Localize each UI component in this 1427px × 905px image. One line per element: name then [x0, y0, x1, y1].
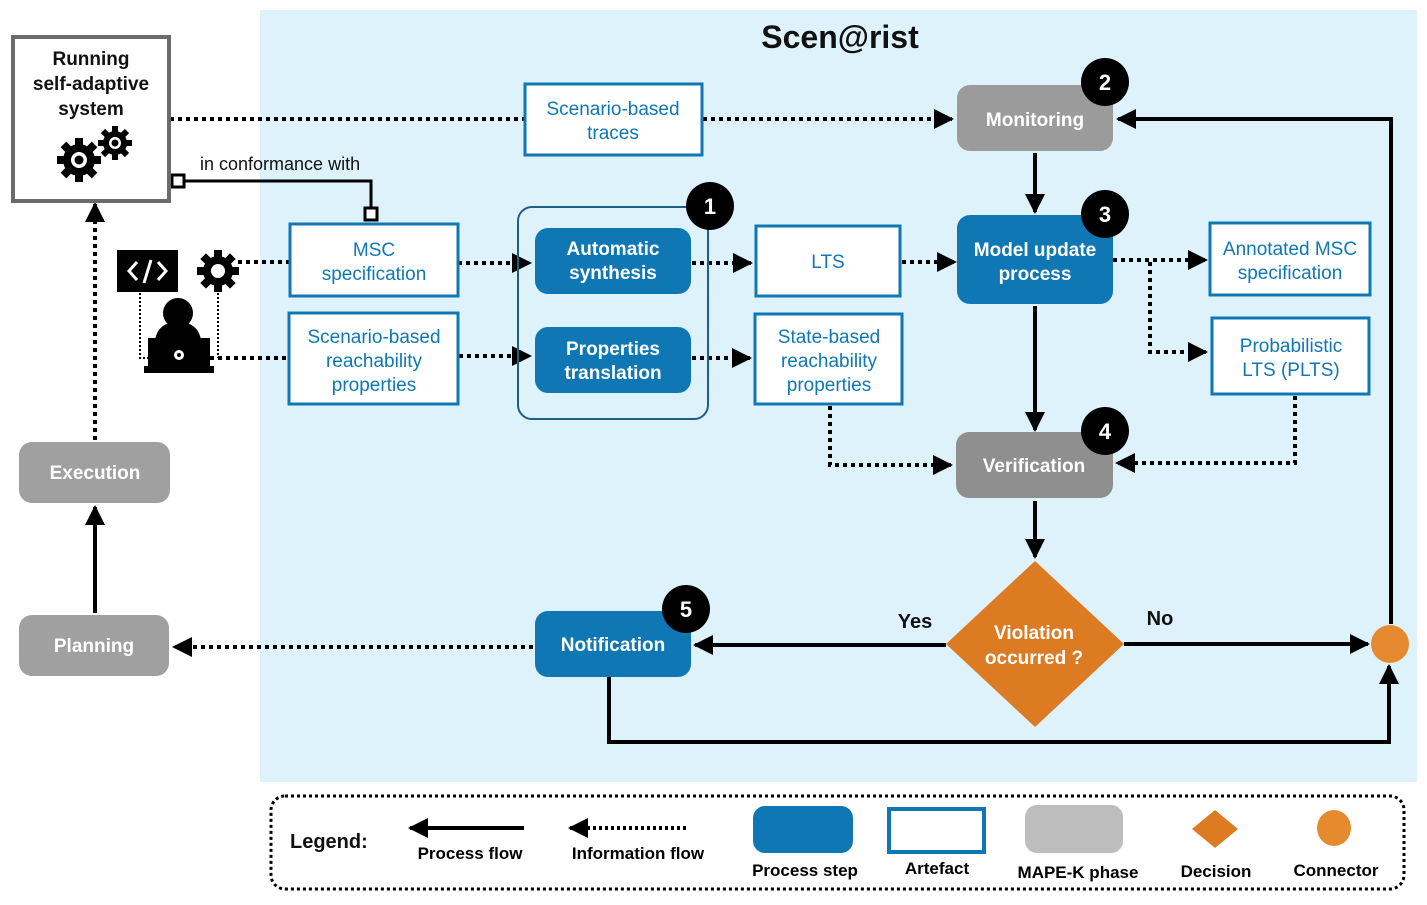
legend-connector-label: Connector [1294, 861, 1379, 880]
code-icon [117, 250, 178, 292]
decision-no-label: No [1147, 608, 1174, 630]
step-label: Properties [566, 339, 660, 360]
artefact-label: reachability [781, 351, 878, 372]
step-label: synthesis [569, 263, 657, 284]
svg-text:4: 4 [1099, 419, 1112, 444]
conformance-end-system [170, 173, 186, 189]
artefact-lts[interactable]: LTS [754, 224, 902, 298]
artefact-label: Probabilistic [1240, 336, 1342, 357]
gear-icon [197, 250, 239, 292]
artefact-label: State-based [778, 327, 880, 348]
legend: Legend: Process flow Information flow Pr… [269, 794, 1406, 891]
conformance-label: in conformance with [200, 154, 360, 174]
step-label: Model update [974, 240, 1096, 261]
artefact-label: traces [587, 123, 639, 144]
legend-mape-k-phase-swatch [1025, 805, 1123, 853]
scenarist-title: Scen@rist [761, 19, 919, 55]
step-label: Notification [561, 635, 666, 656]
badge-5: 5 [662, 585, 710, 633]
decision-label: Violation [994, 623, 1074, 644]
svg-text:1: 1 [704, 194, 716, 219]
artefact-label: specification [322, 264, 427, 285]
decision-label: occurred ? [985, 648, 1083, 669]
legend-mape-k-phase-label: MAPE-K phase [1018, 863, 1139, 882]
artefact-label: MSC [353, 240, 395, 261]
phase-planning[interactable]: Planning [19, 615, 169, 676]
svg-text:5: 5 [680, 597, 692, 622]
system-label-line1: Running [52, 49, 129, 70]
phase-label: Monitoring [986, 110, 1084, 131]
legend-title: Legend: [290, 831, 368, 853]
artefact-scenario-based-reachability-properties[interactable]: Scenario-based reachability properties [287, 311, 460, 406]
artefact-label: specification [1238, 263, 1343, 284]
step-label: process [999, 264, 1072, 285]
artefact-annotated-msc-specification[interactable]: Annotated MSC specification [1208, 221, 1372, 297]
artefact-label: properties [787, 375, 872, 396]
step-label: translation [564, 363, 661, 384]
artefact-label: Scenario-based [307, 327, 440, 348]
artefact-label: Annotated MSC [1223, 239, 1357, 260]
artefact-state-based-reachability-properties[interactable]: State-based reachability properties [753, 312, 904, 406]
phase-label: Planning [54, 636, 134, 657]
step-automatic-synthesis[interactable]: Automatic synthesis [535, 228, 691, 294]
decision-yes-label: Yes [898, 611, 932, 633]
badge-3: 3 [1081, 190, 1129, 238]
svg-text:3: 3 [1099, 202, 1111, 227]
phase-label: Execution [50, 463, 141, 484]
conformance-end-msc [363, 206, 379, 222]
artefact-label: properties [332, 375, 417, 396]
running-system-box[interactable]: Running self-adaptive system [11, 35, 171, 203]
phase-label: Verification [983, 456, 1085, 477]
artefact-label: reachability [326, 351, 423, 372]
legend-artefact-swatch [887, 807, 986, 854]
step-properties-translation[interactable]: Properties translation [535, 327, 691, 393]
system-label-line3: system [58, 99, 124, 120]
phase-execution[interactable]: Execution [19, 442, 170, 503]
legend-information-flow-label: Information flow [572, 844, 705, 863]
svg-text:2: 2 [1099, 70, 1111, 95]
artefact-label: Scenario-based [546, 99, 679, 120]
legend-decision-label: Decision [1181, 862, 1252, 881]
connector-node[interactable] [1371, 625, 1409, 663]
legend-process-step-label: Process step [752, 861, 858, 880]
legend-process-flow-label: Process flow [418, 844, 524, 863]
badge-4: 4 [1081, 407, 1129, 455]
legend-connector-swatch [1317, 810, 1351, 846]
legend-artefact-label: Artefact [905, 859, 970, 878]
developer-laptop-icon [144, 298, 214, 373]
artefact-scenario-based-traces[interactable]: Scenario-based traces [523, 82, 704, 157]
artefact-label: LTS [811, 252, 844, 273]
artefact-msc-specification[interactable]: MSC specification [288, 222, 460, 298]
badge-2: 2 [1081, 58, 1129, 106]
artefact-probabilistic-lts[interactable]: Probabilistic LTS (PLTS) [1210, 316, 1371, 396]
system-label-line2: self-adaptive [33, 74, 149, 95]
badge-1: 1 [686, 182, 734, 230]
step-label: Automatic [567, 239, 660, 260]
legend-process-step-swatch [753, 806, 853, 853]
scenarist-diagram: Scen@rist Running self-adaptive system i… [11, 10, 1417, 891]
artefact-label: LTS (PLTS) [1242, 360, 1339, 381]
developer-icons [117, 250, 239, 373]
